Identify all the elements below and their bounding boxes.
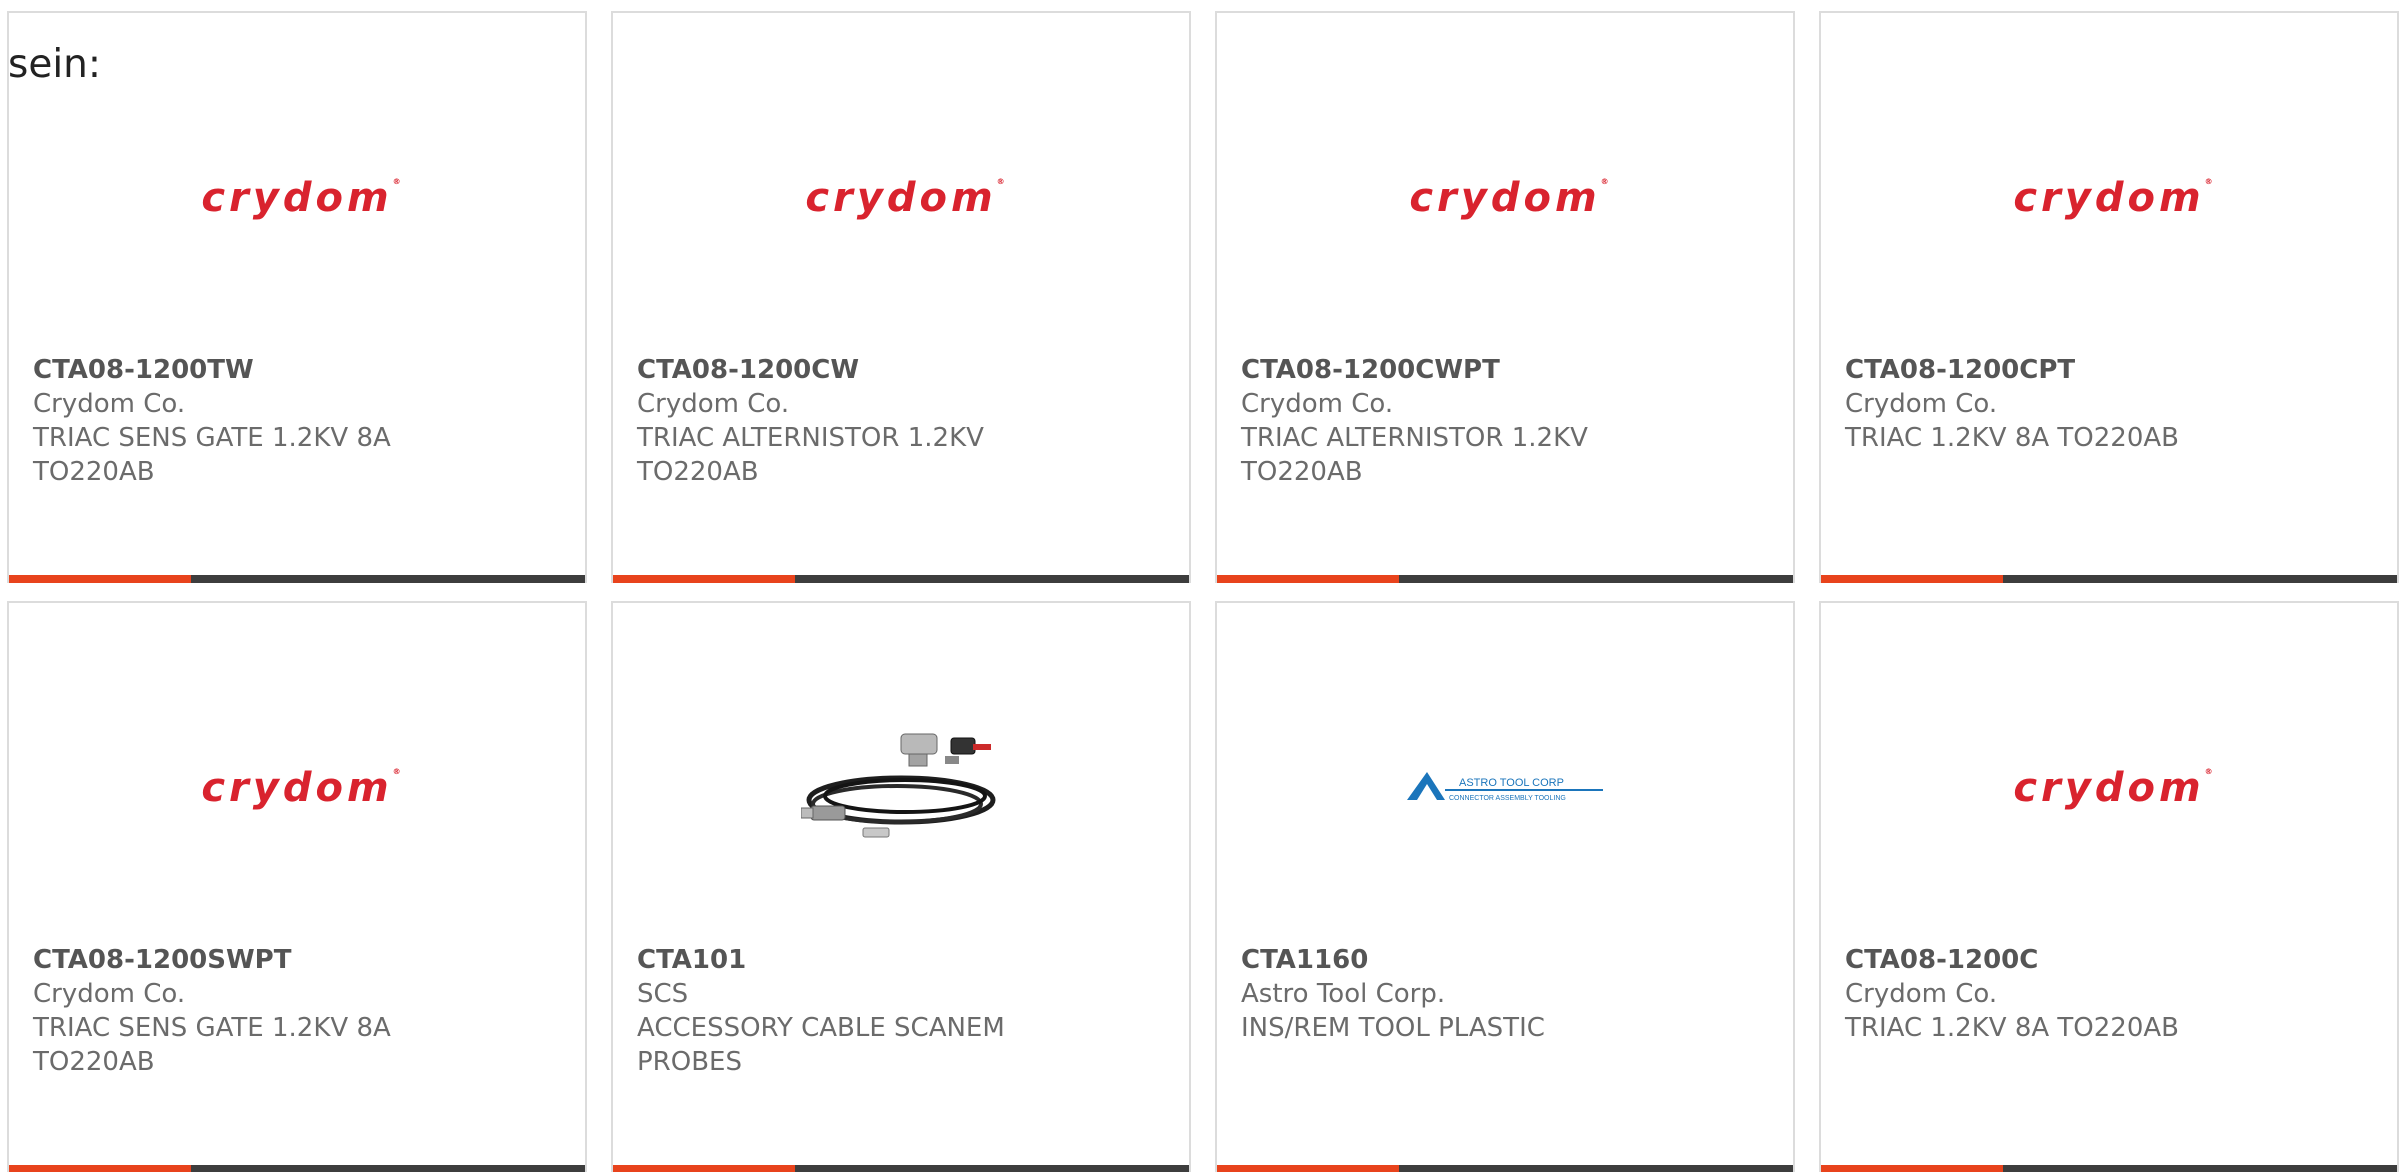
product-meta: CTA101 SCS ACCESSORY CABLE SCANEM PROBES — [637, 943, 1165, 1079]
product-description: TRIAC SENS GATE 1.2KV 8A TO220AB — [33, 423, 391, 487]
astro-rule-line — [1445, 789, 1603, 791]
bar-accent — [613, 1165, 795, 1172]
part-number-link[interactable]: CTA101 — [637, 943, 1165, 977]
crydom-logo-text: crydom — [201, 765, 393, 811]
bar-rest — [795, 575, 1189, 583]
crydom-logo: crydom ® — [201, 175, 400, 221]
bar-accent — [1217, 575, 1399, 583]
product-card[interactable]: crydom ® CTA08-1200C Crydom Co. TRIAC 1.2… — [1819, 601, 2399, 1172]
astro-tool-logo: ASTRO TOOL CORP CONNECTOR ASSEMBLY TOOLIN… — [1407, 772, 1603, 802]
card-bottom-bar — [613, 575, 1189, 583]
card-bottom-bar — [1821, 1165, 2397, 1172]
card-bottom-bar — [9, 575, 585, 583]
product-meta: CTA08-1200TW Crydom Co. TRIAC SENS GATE … — [33, 353, 561, 489]
product-description: TRIAC SENS GATE 1.2KV 8A TO220AB — [33, 1013, 391, 1077]
manufacturer-name: Crydom Co. — [33, 979, 186, 1009]
brand-logo-area: crydom ® — [9, 733, 585, 843]
product-card[interactable]: crydom ® CTA08-1200CPT Crydom Co. TRIAC 1… — [1819, 11, 2399, 583]
manufacturer-name: Astro Tool Corp. — [1241, 979, 1446, 1009]
registered-mark-icon: ® — [392, 177, 401, 186]
product-card[interactable]: crydom ® CTA08-1200CWPT Crydom Co. TRIAC … — [1215, 11, 1795, 583]
product-card[interactable]: crydom ® CTA08-1200SWPT Crydom Co. TRIAC … — [7, 601, 587, 1172]
product-meta: CTA08-1200C Crydom Co. TRIAC 1.2KV 8A TO… — [1845, 943, 2373, 1045]
product-description: ACCESSORY CABLE SCANEM PROBES — [637, 1013, 1005, 1077]
part-number-link[interactable]: CTA08-1200CWPT — [1241, 353, 1769, 387]
crydom-logo: crydom ® — [2013, 175, 2212, 221]
part-number-link[interactable]: CTA1160 — [1241, 943, 1769, 977]
bar-rest — [1399, 575, 1793, 583]
bar-accent — [1821, 1165, 2003, 1172]
brand-logo-area: crydom ® — [1821, 143, 2397, 253]
registered-mark-icon: ® — [392, 767, 401, 776]
manufacturer-name: SCS — [637, 979, 689, 1009]
bar-rest — [1399, 1165, 1793, 1172]
bar-accent — [9, 1165, 191, 1172]
product-description: TRIAC ALTERNISTOR 1.2KV TO220AB — [1241, 423, 1588, 487]
manufacturer-name: Crydom Co. — [1241, 389, 1394, 419]
part-number-link[interactable]: CTA08-1200C — [1845, 943, 2373, 977]
crydom-logo-text: crydom — [2013, 175, 2205, 221]
manufacturer-name: Crydom Co. — [1845, 979, 1998, 1009]
card-bottom-bar — [1217, 575, 1793, 583]
bar-rest — [2003, 1165, 2397, 1172]
astro-triangle-icon — [1407, 772, 1445, 800]
product-card[interactable]: ASTRO TOOL CORP CONNECTOR ASSEMBLY TOOLIN… — [1215, 601, 1795, 1172]
manufacturer-name: Crydom Co. — [33, 389, 186, 419]
product-card[interactable]: crydom ® CTA08-1200CW Crydom Co. TRIAC AL… — [611, 11, 1191, 583]
product-grid: crydom ® CTA08-1200TW Crydom Co. TRIAC SE… — [7, 11, 2399, 1172]
crydom-logo-text: crydom — [201, 175, 393, 221]
crydom-logo: crydom ® — [2013, 765, 2212, 811]
registered-mark-icon: ® — [2204, 767, 2213, 776]
product-meta: CTA08-1200CWPT Crydom Co. TRIAC ALTERNIS… — [1241, 353, 1769, 489]
product-meta: CTA08-1200SWPT Crydom Co. TRIAC SENS GAT… — [33, 943, 561, 1079]
brand-logo-area — [613, 733, 1189, 843]
product-meta: CTA08-1200CW Crydom Co. TRIAC ALTERNISTO… — [637, 353, 1165, 489]
registered-mark-icon: ® — [1600, 177, 1609, 186]
bar-rest — [795, 1165, 1189, 1172]
product-card[interactable]: CTA101 SCS ACCESSORY CABLE SCANEM PROBES — [611, 601, 1191, 1172]
brand-logo-area: crydom ® — [9, 143, 585, 253]
manufacturer-name: Crydom Co. — [637, 389, 790, 419]
crydom-logo-text: crydom — [805, 175, 997, 221]
bar-accent — [1821, 575, 2003, 583]
card-bottom-bar — [1217, 1165, 1793, 1172]
part-number-link[interactable]: CTA08-1200CPT — [1845, 353, 2373, 387]
part-number-link[interactable]: CTA08-1200CW — [637, 353, 1165, 387]
crydom-logo-text: crydom — [2013, 765, 2205, 811]
crydom-logo: crydom ® — [201, 765, 400, 811]
registered-mark-icon: ® — [2204, 177, 2213, 186]
bar-rest — [191, 575, 585, 583]
product-card[interactable]: crydom ® CTA08-1200TW Crydom Co. TRIAC SE… — [7, 11, 587, 583]
astro-logo-subtext: CONNECTOR ASSEMBLY TOOLING — [1449, 795, 1566, 802]
crydom-logo-text: crydom — [1409, 175, 1601, 221]
intro-text: sein: — [8, 42, 102, 87]
part-number-link[interactable]: CTA08-1200TW — [33, 353, 561, 387]
card-bottom-bar — [9, 1165, 585, 1172]
bar-rest — [2003, 575, 2397, 583]
registered-mark-icon: ® — [996, 177, 1005, 186]
product-meta: CTA08-1200CPT Crydom Co. TRIAC 1.2KV 8A … — [1845, 353, 2373, 455]
manufacturer-name: Crydom Co. — [1845, 389, 1998, 419]
card-bottom-bar — [1821, 575, 2397, 583]
coax-cable-image — [801, 733, 996, 838]
brand-logo-area: crydom ® — [613, 143, 1189, 253]
brand-logo-area: ASTRO TOOL CORP CONNECTOR ASSEMBLY TOOLIN… — [1217, 733, 1793, 843]
crydom-logo: crydom ® — [1409, 175, 1608, 221]
product-description: INS/REM TOOL PLASTIC — [1241, 1013, 1545, 1043]
bar-accent — [613, 575, 795, 583]
bar-accent — [9, 575, 191, 583]
card-bottom-bar — [613, 1165, 1189, 1172]
part-number-link[interactable]: CTA08-1200SWPT — [33, 943, 561, 977]
brand-logo-area: crydom ® — [1217, 143, 1793, 253]
product-description: TRIAC 1.2KV 8A TO220AB — [1845, 1013, 2180, 1043]
bar-accent — [1217, 1165, 1399, 1172]
astro-logo-text: ASTRO TOOL CORP — [1459, 777, 1564, 789]
crydom-logo: crydom ® — [805, 175, 1004, 221]
product-description: TRIAC 1.2KV 8A TO220AB — [1845, 423, 2180, 453]
brand-logo-area: crydom ® — [1821, 733, 2397, 843]
bar-rest — [191, 1165, 585, 1172]
product-description: TRIAC ALTERNISTOR 1.2KV TO220AB — [637, 423, 984, 487]
page: sein: crydom ® CTA08-1200TW Crydom Co. TR… — [0, 0, 2400, 1172]
product-meta: CTA1160 Astro Tool Corp. INS/REM TOOL PL… — [1241, 943, 1769, 1045]
